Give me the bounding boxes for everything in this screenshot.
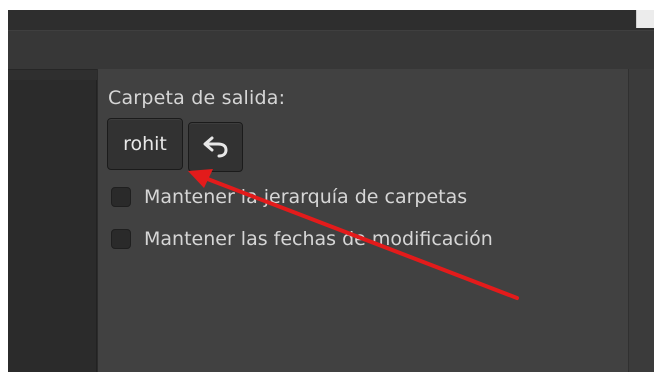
- title-bar: [8, 10, 654, 31]
- left-file-panel: [8, 80, 97, 372]
- keep-modification-dates-checkbox[interactable]: [111, 229, 131, 249]
- output-folder-button[interactable]: rohit: [107, 118, 183, 170]
- keep-modification-dates-label: Mantener las fechas de modificación: [144, 228, 493, 250]
- screenshot: Carpeta de salida: rohit Mantener la jer…: [0, 0, 662, 372]
- output-settings-panel: [97, 69, 628, 372]
- undo-arrow-icon: [203, 136, 228, 158]
- screenshot-right-edge: [654, 0, 662, 372]
- window-corner-control: [636, 10, 655, 28]
- keep-folder-hierarchy-label: Mantener la jerarquía de carpetas: [144, 186, 468, 208]
- toolbar-area: [8, 30, 654, 70]
- reset-output-folder-button[interactable]: [188, 122, 243, 172]
- right-side-panel: [628, 69, 655, 372]
- keep-folder-hierarchy-checkbox[interactable]: [111, 187, 131, 207]
- output-folder-label: Carpeta de salida:: [108, 87, 286, 109]
